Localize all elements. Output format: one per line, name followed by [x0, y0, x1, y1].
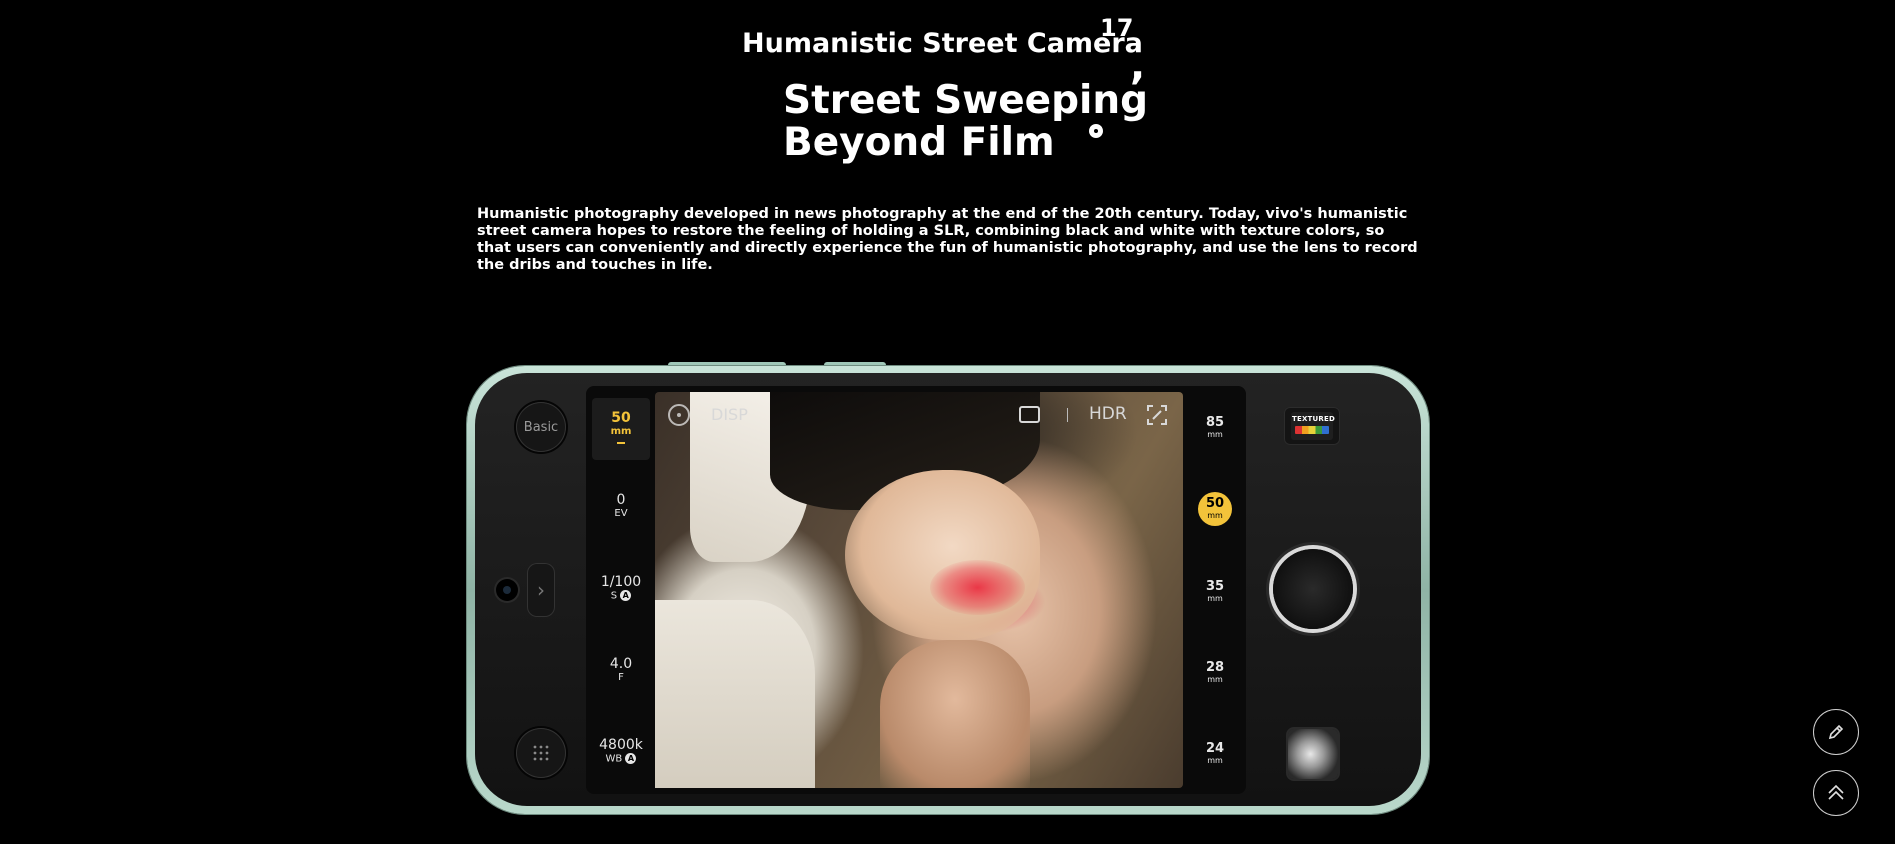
- setting-unit: F: [618, 672, 624, 683]
- focal-unit: mm: [1207, 756, 1223, 765]
- footnote-superscript: 17: [1100, 14, 1134, 42]
- basic-mode-label: Basic: [523, 419, 559, 435]
- focal-85-option[interactable]: 85 mm: [1196, 415, 1234, 440]
- edit-button[interactable]: [1813, 709, 1859, 755]
- shutter-button[interactable]: [1273, 549, 1353, 629]
- grid-icon: [533, 745, 549, 761]
- textured-filter-label: TEXTURED: [1292, 415, 1335, 423]
- headline-line-1: Street Sweeping: [783, 78, 1149, 123]
- decorative-circle: [1089, 124, 1103, 138]
- chevron-up-icon: [1828, 784, 1844, 800]
- focus-icon[interactable]: [1147, 405, 1167, 425]
- focal-length-setting[interactable]: 50 mm: [595, 410, 647, 444]
- auto-badge: A: [625, 753, 637, 764]
- setting-value: 1/100: [600, 574, 642, 590]
- focal-28-option[interactable]: 28 mm: [1196, 660, 1234, 685]
- auto-badge: A: [620, 590, 632, 601]
- focal-value: 28: [1205, 660, 1225, 675]
- chevron-right-icon: ›: [537, 578, 545, 602]
- focal-value: 50: [1205, 496, 1225, 511]
- color-stripes-icon: [1295, 426, 1329, 434]
- focal-unit: mm: [1207, 675, 1223, 684]
- setting-value: 4800k: [599, 737, 643, 753]
- info-icon[interactable]: [668, 404, 690, 426]
- setting-unit: EV: [614, 508, 628, 519]
- setting-unit: mm: [610, 426, 632, 437]
- focal-unit: mm: [1207, 594, 1223, 603]
- focal-50-option-selected[interactable]: 50 mm: [1198, 492, 1232, 526]
- exposure-setting[interactable]: 0 EV: [595, 492, 647, 520]
- focal-value: 35: [1205, 579, 1225, 594]
- shutter-speed-setting[interactable]: 1/100 S A: [595, 574, 647, 603]
- menu-grid-button[interactable]: [516, 728, 566, 778]
- edit-icon: [1828, 724, 1844, 740]
- back-to-top-button[interactable]: [1813, 770, 1859, 816]
- setting-value: 0: [616, 492, 626, 508]
- white-balance-setting[interactable]: 4800k WB A: [595, 737, 647, 766]
- intro-paragraph: Humanistic photography developed in news…: [477, 206, 1418, 273]
- focal-35-option[interactable]: 35 mm: [1196, 579, 1234, 604]
- selected-indicator: [617, 442, 625, 444]
- focal-unit: mm: [1207, 511, 1223, 520]
- focal-value: 24: [1205, 741, 1225, 756]
- gallery-thumbnail[interactable]: [1288, 729, 1338, 779]
- setting-value: 4.0: [609, 656, 633, 672]
- viewfinder-red-makeup: [930, 560, 1025, 615]
- section-kicker: Humanistic Street Camera: [742, 28, 1143, 59]
- viewfinder-subject-face: [845, 470, 1040, 640]
- front-camera-lens: [496, 579, 518, 601]
- focal-value: 85: [1205, 415, 1225, 430]
- aperture-setting[interactable]: 4.0 F: [595, 656, 647, 684]
- setting-unit: WB A: [595, 753, 647, 766]
- expand-drawer-button[interactable]: ›: [527, 563, 555, 617]
- viewfinder-subject-dress: [655, 600, 815, 788]
- disp-toggle[interactable]: DISP: [711, 405, 748, 424]
- frame-icon[interactable]: [1019, 406, 1040, 423]
- topbar-divider: [1067, 408, 1068, 422]
- focal-unit: mm: [1207, 430, 1223, 439]
- hdr-toggle[interactable]: HDR: [1089, 404, 1127, 424]
- focal-24-option[interactable]: 24 mm: [1196, 741, 1234, 766]
- basic-mode-button[interactable]: Basic: [516, 402, 566, 452]
- headline: Street Sweeping Beyond Film: [783, 80, 1148, 164]
- viewfinder-subject-hand: [880, 640, 1030, 788]
- setting-value: 50: [611, 410, 631, 426]
- setting-unit: S A: [595, 590, 647, 603]
